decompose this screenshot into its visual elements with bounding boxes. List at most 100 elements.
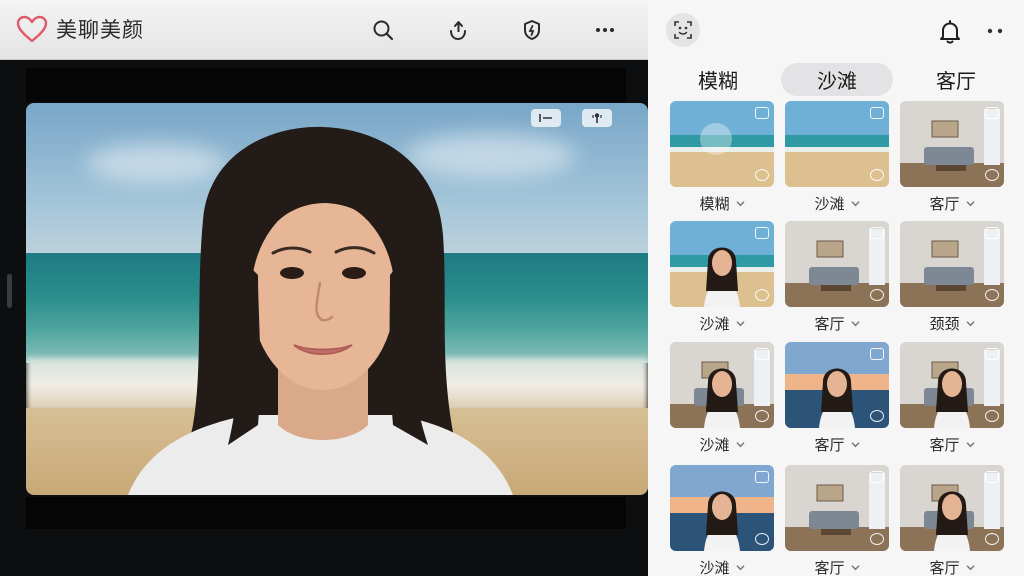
background-thumbnail[interactable]	[785, 221, 889, 307]
search-icon	[373, 20, 394, 41]
more-icon	[987, 28, 1003, 34]
background-item-caption[interactable]: 沙滩	[670, 551, 774, 576]
background-item-label: 沙滩	[699, 314, 730, 333]
tab-beach[interactable]: 沙滩	[781, 62, 893, 96]
background-item-caption[interactable]: 客厅	[900, 551, 1004, 576]
top-toolbar: 美聊美颜	[0, 0, 648, 60]
chevron-down-icon	[851, 320, 859, 326]
background-item-caption[interactable]: 客厅	[900, 428, 1004, 460]
apply-icon	[755, 533, 769, 545]
letterbox-top	[26, 68, 626, 102]
background-item[interactable]: 客厅	[900, 465, 1004, 576]
background-thumbnail[interactable]	[900, 221, 1004, 307]
apply-icon	[755, 169, 769, 181]
preview-icon	[755, 227, 769, 239]
preview-icon	[985, 107, 999, 119]
background-item-caption[interactable]: 客厅	[785, 307, 889, 339]
share-icon	[450, 21, 466, 41]
preview-icon	[870, 348, 884, 360]
background-thumbnail[interactable]	[785, 101, 889, 187]
background-item-label: 沙滩	[699, 435, 730, 454]
aspect-icon	[539, 114, 552, 122]
tab-living-room[interactable]: 客厅	[900, 63, 1012, 96]
more-button[interactable]	[589, 14, 621, 46]
background-item[interactable]: 颈颈	[900, 221, 1004, 339]
background-item[interactable]: 客厅	[785, 342, 889, 460]
chevron-down-icon	[736, 200, 744, 206]
chevron-down-icon	[966, 320, 974, 326]
mic-icon	[592, 113, 602, 123]
preview-icon	[870, 227, 884, 239]
background-item-caption[interactable]: 颈颈	[900, 307, 1004, 339]
background-item-label: 沙滩	[699, 558, 730, 576]
background-item[interactable]: 沙滩	[785, 101, 889, 219]
chevron-down-icon	[966, 441, 974, 447]
background-thumbnail[interactable]	[900, 342, 1004, 428]
background-item-label: 客厅	[929, 435, 960, 454]
background-item-caption[interactable]: 客厅	[900, 187, 1004, 219]
chevron-down-icon	[736, 564, 744, 570]
background-item[interactable]: 沙滩	[670, 221, 774, 339]
apply-icon	[755, 410, 769, 422]
background-item-caption[interactable]: 客厅	[785, 428, 889, 460]
apply-icon	[985, 289, 999, 301]
shield-icon	[524, 20, 540, 40]
background-item[interactable]: 客厅	[785, 221, 889, 339]
background-item[interactable]: 客厅	[900, 342, 1004, 460]
background-item[interactable]: 客厅	[785, 465, 889, 576]
chevron-down-icon	[966, 200, 974, 206]
background-item-caption[interactable]: 沙滩	[670, 428, 774, 460]
preview-icon	[985, 471, 999, 483]
background-item-label: 模糊	[699, 194, 730, 213]
background-item[interactable]: 模糊	[670, 101, 774, 219]
preview-icon	[985, 348, 999, 360]
letterbox-bottom	[26, 497, 626, 529]
background-item-label: 客厅	[929, 194, 960, 213]
apply-icon	[870, 289, 884, 301]
face-scan-button[interactable]	[666, 13, 700, 47]
preview-icon	[755, 107, 769, 119]
background-thumbnail[interactable]	[670, 101, 774, 187]
share-button[interactable]	[442, 14, 474, 46]
apply-icon	[870, 169, 884, 181]
background-item-caption[interactable]: 客厅	[785, 551, 889, 576]
background-item-caption[interactable]: 沙滩	[670, 307, 774, 339]
chevron-down-icon	[736, 320, 744, 326]
apply-icon	[870, 410, 884, 422]
mic-button[interactable]	[582, 109, 612, 127]
resize-handle[interactable]	[7, 274, 12, 308]
background-item[interactable]: 沙滩	[670, 342, 774, 460]
video-pane: 美聊美颜	[0, 0, 648, 576]
background-item-label: 客厅	[814, 314, 845, 333]
background-thumbnail[interactable]	[670, 221, 774, 307]
apply-icon	[870, 533, 884, 545]
background-thumbnail[interactable]	[785, 342, 889, 428]
protect-button[interactable]	[516, 14, 548, 46]
background-item-caption[interactable]: 模糊	[670, 187, 774, 219]
chevron-down-icon	[736, 441, 744, 447]
preview-icon	[870, 107, 884, 119]
tab-blur[interactable]: 模糊	[662, 63, 774, 96]
more-icon	[596, 28, 614, 32]
chevron-down-icon	[966, 564, 974, 570]
bell-icon[interactable]	[936, 18, 964, 46]
background-item[interactable]: 沙滩	[670, 465, 774, 576]
preview-icon	[870, 471, 884, 483]
apply-icon	[985, 169, 999, 181]
preview-icon	[755, 471, 769, 483]
category-tabs: 模糊 沙滩 客厅	[662, 62, 1012, 96]
panel-more-button[interactable]	[982, 18, 1008, 44]
background-thumbnail[interactable]	[670, 342, 774, 428]
background-thumbnail[interactable]	[670, 465, 774, 551]
aspect-ratio-button[interactable]	[531, 109, 561, 127]
brand: 美聊美颜	[16, 14, 144, 44]
background-thumbnail[interactable]	[900, 101, 1004, 187]
search-button[interactable]	[367, 14, 399, 46]
background-item-label: 客厅	[814, 435, 845, 454]
background-item[interactable]: 客厅	[900, 101, 1004, 219]
background-thumbnail[interactable]	[785, 465, 889, 551]
background-thumbnail[interactable]	[900, 465, 1004, 551]
background-item-caption[interactable]: 沙滩	[785, 187, 889, 219]
chevron-down-icon	[851, 200, 859, 206]
chevron-down-icon	[851, 564, 859, 570]
